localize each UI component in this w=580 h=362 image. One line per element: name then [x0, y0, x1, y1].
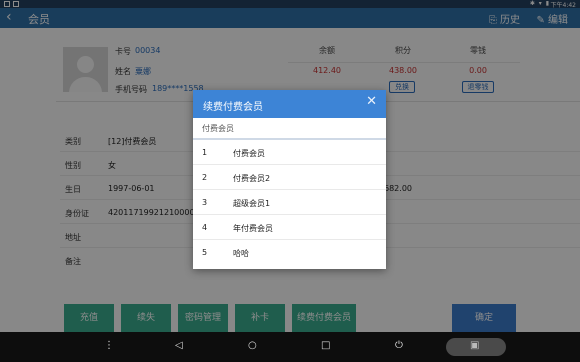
- option-label: 哈哈: [233, 249, 249, 258]
- renew-membership-dialog: 续费付费会员 ✕ 付费会员 1 付费会员 2 付费会员2 3 超级会员1 4 年…: [193, 90, 386, 269]
- option-number: 5: [202, 248, 208, 257]
- membership-option[interactable]: 5 哈哈: [193, 240, 386, 265]
- menu-dots-icon[interactable]: ⋮: [104, 340, 114, 352]
- option-label: 超级会员1: [233, 199, 271, 208]
- system-nav-bar: ⋮ ◁ ○ □ ⏻ ▣: [0, 332, 580, 362]
- option-number: 1: [202, 148, 208, 157]
- option-label: 付费会员2: [233, 174, 271, 183]
- option-label: 付费会员: [233, 149, 265, 158]
- dialog-header: 续费付费会员 ✕: [193, 90, 386, 118]
- back-triangle-icon[interactable]: ◁: [175, 340, 183, 352]
- recents-square-icon[interactable]: □: [321, 340, 330, 352]
- membership-option[interactable]: 3 超级会员1: [193, 190, 386, 215]
- close-icon[interactable]: ✕: [366, 95, 377, 109]
- membership-option[interactable]: 1 付费会员: [193, 140, 386, 165]
- membership-option[interactable]: 4 年付费会员: [193, 215, 386, 240]
- membership-option[interactable]: 2 付费会员2: [193, 165, 386, 190]
- dialog-title: 续费付费会员: [203, 102, 263, 113]
- screen-mirror-icon[interactable]: ▣: [470, 340, 479, 352]
- membership-search-input[interactable]: 付费会员: [193, 118, 386, 140]
- power-icon[interactable]: ⏻: [395, 340, 403, 352]
- option-number: 4: [202, 223, 208, 232]
- option-number: 2: [202, 173, 208, 182]
- option-number: 3: [202, 198, 208, 207]
- home-circle-icon[interactable]: ○: [248, 340, 257, 352]
- option-label: 年付费会员: [233, 224, 273, 233]
